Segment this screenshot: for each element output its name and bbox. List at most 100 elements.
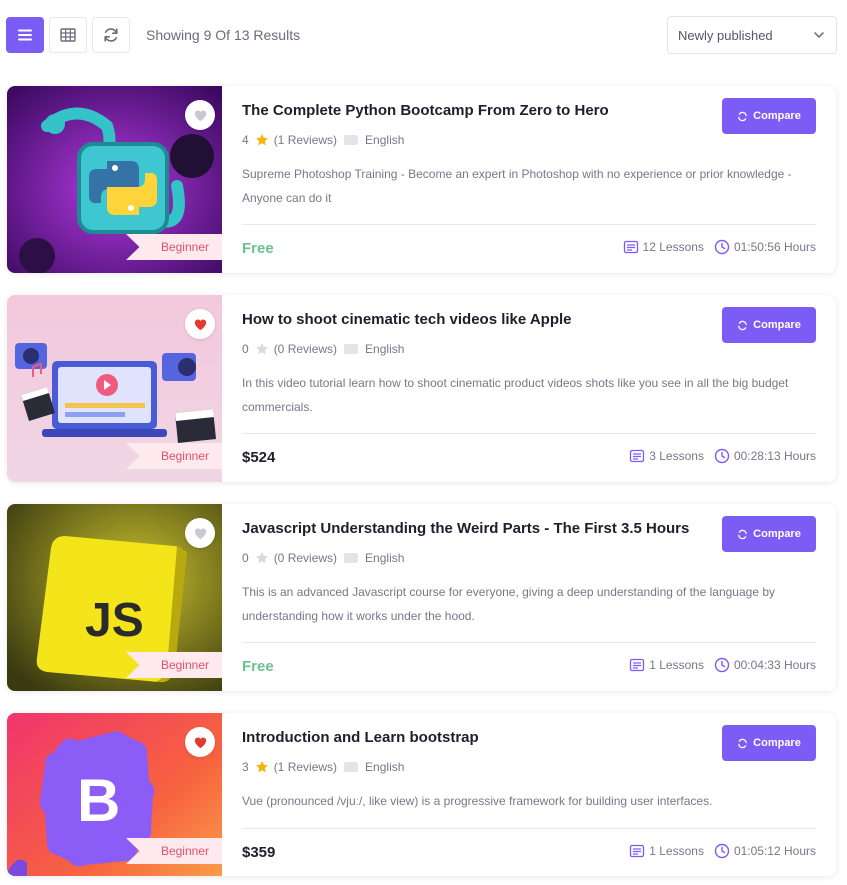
grid-view-button[interactable] [49,17,87,53]
list-icon [18,29,32,41]
level-badge: Beginner [126,443,222,469]
course-price: $359 [242,844,276,861]
clock-icon [714,448,730,464]
compare-icon [738,111,747,121]
compare-button[interactable]: Compare [722,725,816,761]
lesson-count: 1 Lessons [649,844,704,858]
results-toolbar: Showing 9 Of 13 Results Newly published [6,16,837,54]
divider [242,433,816,434]
lesson-count: 1 Lessons [649,658,704,672]
rating-value: 0 [242,342,249,356]
star-icon [255,552,268,564]
heart-icon [194,737,206,748]
course-body: Introduction and Learn bootstrap Compare… [242,713,816,876]
course-description: Vue (pronounced /vjuː/, like view) is a … [242,794,713,808]
review-count: (1 Reviews) [273,760,338,774]
clock-icon [714,843,730,859]
language-icon [344,135,359,145]
compare-label: Compare [753,110,801,122]
course-title[interactable]: The Complete Python Bootcamp From Zero t… [242,102,609,119]
course-description: Supreme Photoshop Training - Become an e… [242,167,792,205]
compare-button[interactable]: Compare [722,516,816,552]
course-language: English [365,133,405,147]
result-count: Showing 9 Of 13 Results [146,27,301,43]
course-thumbnail[interactable]: B Beginner [7,713,222,876]
course-thumbnail[interactable]: Beginner [7,295,222,482]
rating-value: 3 [242,760,249,774]
course-title[interactable]: Javascript Understanding the Weird Parts… [242,520,689,537]
chevron-down-icon [814,32,824,38]
course-thumbnail[interactable]: JS Beginner [7,504,222,691]
course-stats: 3 Lessons 00:28:13 Hours [629,448,816,464]
course-language: English [365,342,405,356]
course-card[interactable]: Beginner The Complete Python Bootcamp Fr… [7,86,836,273]
course-language: English [365,551,405,565]
course-card[interactable]: JS Beginner Javascript Understanding the… [7,504,836,691]
clock-icon [714,657,730,673]
course-stats: 12 Lessons 01:50:56 Hours [623,239,816,255]
favorite-button[interactable] [185,727,215,757]
divider [242,224,816,225]
compare-button[interactable]: Compare [722,307,816,343]
course-stats: 1 Lessons 01:05:12 Hours [629,843,816,859]
course-body: Javascript Understanding the Weird Parts… [242,504,816,691]
star-icon [255,134,268,146]
sort-select-value: Newly published [678,27,773,43]
level-badge: Beginner [126,234,222,260]
heart-icon [194,528,206,539]
list-view-button[interactable] [6,17,44,53]
star-icon [255,343,268,355]
compare-label: Compare [753,737,801,749]
course-stats: 1 Lessons 00:04:33 Hours [629,657,816,673]
compare-icon [738,529,747,539]
course-meta: 4 (1 Reviews) English [242,133,404,147]
course-duration: 01:50:56 Hours [733,240,816,254]
favorite-button[interactable] [185,100,215,130]
course-price: Free [242,658,274,675]
review-count: (0 Reviews) [273,342,338,356]
heart-icon [194,319,206,330]
course-card[interactable]: B Beginner Introduction and Learn bootst… [7,713,836,876]
divider [242,828,816,829]
course-language: English [365,760,405,774]
clock-icon [714,239,730,255]
course-meta: 0 (0 Reviews) English [242,551,404,565]
course-price: Free [242,240,274,257]
favorite-button[interactable] [185,309,215,339]
divider [242,642,816,643]
lessons-icon [630,449,645,463]
rating-value: 4 [242,133,249,147]
language-icon [344,553,359,563]
course-body: The Complete Python Bootcamp From Zero t… [242,86,816,273]
lesson-count: 12 Lessons [642,240,704,254]
grid-icon [60,28,76,42]
sort-select[interactable]: Newly published [667,16,837,54]
bootstrap-logo-text: B [77,767,120,834]
heart-icon [194,110,206,121]
refresh-button[interactable] [92,17,130,53]
course-description: In this video tutorial learn how to shoo… [242,376,789,414]
js-logo-text: JS [85,594,144,647]
course-meta: 3 (1 Reviews) English [242,760,404,774]
review-count: (0 Reviews) [273,551,338,565]
course-duration: 01:05:12 Hours [733,844,816,858]
rating-value: 0 [242,551,249,565]
compare-icon [738,320,747,330]
course-price: $524 [242,449,276,466]
level-badge: Beginner [126,838,222,864]
star-icon [255,761,268,773]
course-body: How to shoot cinematic tech videos like … [242,295,816,482]
course-meta: 0 (0 Reviews) English [242,342,404,356]
lessons-icon [630,844,645,858]
course-card[interactable]: Beginner How to shoot cinematic tech vid… [7,295,836,482]
favorite-button[interactable] [185,518,215,548]
lessons-icon [630,658,645,672]
compare-button[interactable]: Compare [722,98,816,134]
course-title[interactable]: Introduction and Learn bootstrap [242,729,479,746]
course-thumbnail[interactable]: Beginner [7,86,222,273]
course-duration: 00:28:13 Hours [733,449,816,463]
course-title[interactable]: How to shoot cinematic tech videos like … [242,311,572,328]
language-icon [344,762,359,772]
compare-label: Compare [753,528,801,540]
level-badge: Beginner [126,652,222,678]
